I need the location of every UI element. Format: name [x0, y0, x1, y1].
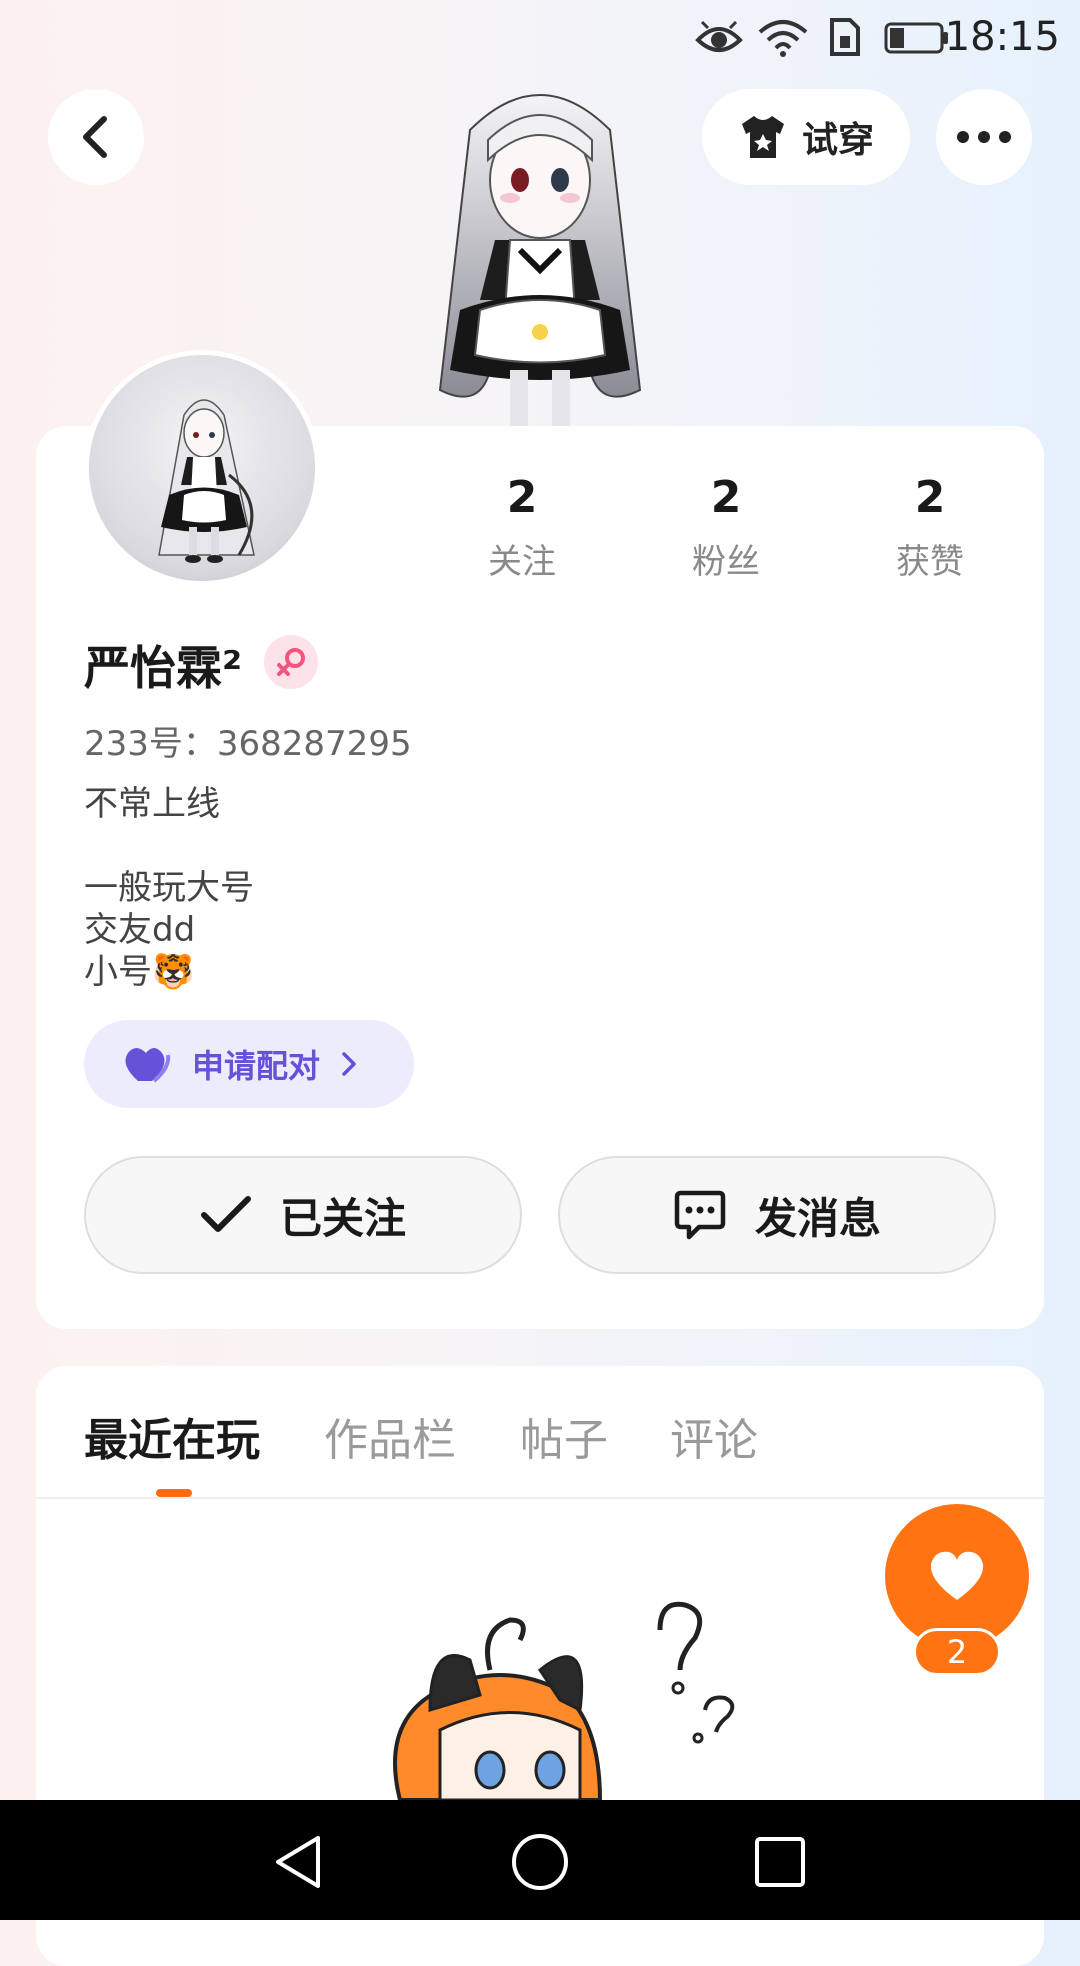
- active-tab-indicator: [156, 1489, 192, 1497]
- tab-recently-played[interactable]: 最近在玩: [84, 1404, 260, 1468]
- check-icon: [200, 1196, 251, 1232]
- avatar-image: [89, 355, 315, 581]
- nav-home-icon[interactable]: [510, 1832, 570, 1892]
- stat-fans-label: 粉丝: [692, 542, 760, 582]
- bio: 不常上线 一般玩大号 交友dd 小号🐯: [84, 784, 254, 992]
- chat-bubble-icon: [674, 1190, 726, 1240]
- stat-likes-value: 2: [914, 472, 946, 523]
- user-id: 233号：368287295: [84, 724, 412, 764]
- gender-badge: [264, 635, 318, 689]
- system-navigation-bar: [0, 1800, 1080, 1920]
- tab-comments[interactable]: 评论: [670, 1404, 758, 1468]
- sim-icon: [830, 18, 860, 56]
- more-button[interactable]: [936, 89, 1032, 185]
- apply-pair-label: 申请配对: [192, 1047, 321, 1085]
- nav-back-icon[interactable]: [272, 1834, 324, 1890]
- eye-icon: [695, 20, 743, 52]
- avatar-character-thumbnail: [158, 399, 255, 563]
- stat-following-value: 2: [506, 472, 538, 523]
- empty-state-mascot: [393, 1601, 735, 1800]
- avatar[interactable]: [84, 350, 320, 586]
- heart-icon: [930, 1551, 984, 1600]
- stat-fans[interactable]: 2 粉丝: [626, 470, 826, 583]
- tab-works[interactable]: 作品栏: [324, 1404, 456, 1468]
- chevron-right-icon: [342, 1052, 356, 1076]
- stat-likes-label: 获赞: [896, 542, 964, 582]
- like-button[interactable]: [885, 1504, 1029, 1648]
- followed-button[interactable]: 已关注: [84, 1156, 522, 1274]
- wifi-icon: [758, 20, 808, 57]
- status-time: 18:15: [944, 14, 1060, 60]
- try-on-label: 试穿: [801, 120, 874, 161]
- female-icon: [277, 648, 305, 676]
- like-count-badge: 2: [913, 1628, 1001, 1676]
- battery-icon: [884, 22, 948, 54]
- try-on-button[interactable]: 试穿: [702, 89, 910, 185]
- stat-likes[interactable]: 2 获赞: [830, 470, 1030, 583]
- send-message-button[interactable]: 发消息: [558, 1156, 996, 1274]
- tab-posts[interactable]: 帖子: [520, 1404, 608, 1468]
- tab-divider: [36, 1497, 1044, 1499]
- back-button[interactable]: [48, 89, 144, 185]
- apply-pair-button[interactable]: 申请配对: [84, 1020, 414, 1108]
- stat-following-label: 关注: [488, 542, 556, 582]
- nav-recents-icon[interactable]: [754, 1836, 806, 1888]
- followed-label: 已关注: [279, 1193, 406, 1243]
- stat-fans-value: 2: [710, 472, 742, 523]
- stat-following[interactable]: 2 关注: [422, 470, 622, 583]
- more-dots-icon: [957, 131, 1011, 143]
- username: 严怡霖²: [84, 641, 243, 695]
- heart-pair-icon: [125, 1048, 171, 1083]
- chevron-left-icon: [83, 116, 107, 158]
- send-message-label: 发消息: [754, 1193, 881, 1243]
- status-bar: 18:15: [0, 0, 1080, 75]
- avatar-character-illustration: [438, 94, 642, 426]
- shirt-icon: [741, 116, 784, 158]
